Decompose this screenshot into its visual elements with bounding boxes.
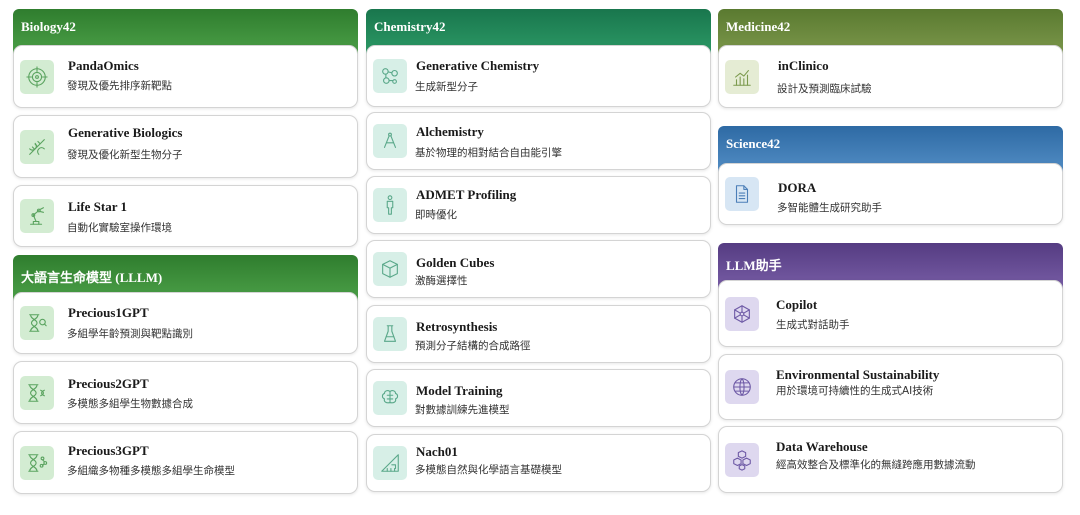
card-title: Golden Cubes	[416, 255, 495, 270]
card-inclinico[interactable]: inClinico 設計及預測臨床試驗	[718, 45, 1063, 108]
card-title: Generative Chemistry	[416, 58, 540, 73]
target-icon	[20, 59, 54, 94]
card-alchemistry[interactable]: Alchemistry 基於物理的相對結合自由能引擎	[366, 112, 711, 170]
card-title: ADMET Profiling	[416, 187, 517, 202]
card-subtitle: 多組學年齡預測與靶點識別	[67, 328, 193, 340]
card-title: Precious3GPT	[68, 443, 149, 458]
biology42-title: Biology42	[21, 19, 76, 34]
card-title: Nach01	[416, 444, 458, 459]
globe-icon	[725, 370, 759, 404]
card-nach01[interactable]: Nach01 多模態自然與化學語言基礎模型	[366, 434, 711, 492]
card-precious2gpt[interactable]: Precious2GPT 多模態多組學生物數據合成	[13, 361, 358, 424]
card-dora[interactable]: DORA 多智能體生成研究助手	[718, 163, 1063, 225]
card-title: Model Training	[416, 383, 503, 398]
card-model-training[interactable]: Model Training 對數據訓練先進模型	[366, 369, 711, 427]
card-retrosynthesis[interactable]: Retrosynthesis 預測分子結構的合成路徑	[366, 305, 711, 363]
card-data-warehouse[interactable]: Data Warehouse 經高效整合及標準化的無縫跨應用數據流動	[718, 426, 1063, 493]
card-subtitle: 對數據訓練先進模型	[415, 404, 510, 416]
chemistry42-title: Chemistry42	[374, 19, 446, 34]
card-subtitle: 即時優化	[415, 209, 457, 221]
flask-icon	[373, 317, 407, 351]
card-subtitle: 激酶選擇性	[415, 275, 468, 287]
robot-arm-icon	[20, 199, 54, 233]
human-figure-icon	[373, 188, 407, 222]
card-golden-cubes[interactable]: Golden Cubes 激酶選擇性	[366, 240, 711, 298]
card-subtitle: 經高效整合及標準化的無縫跨應用數據流動	[776, 459, 976, 471]
card-subtitle: 多智能體生成研究助手	[777, 202, 882, 214]
card-pandaomics[interactable]: PandaOmics 發現及優先排序新靶點	[13, 45, 358, 108]
card-title: Life Star 1	[68, 199, 127, 214]
card-title: inClinico	[778, 58, 829, 73]
molecule-icon	[373, 59, 407, 93]
card-title: Alchemistry	[416, 124, 484, 139]
card-precious1gpt[interactable]: Precious1GPT 多組學年齡預測與靶點識別	[13, 292, 358, 354]
ruler-triangle-icon	[373, 446, 407, 480]
card-life-star-1[interactable]: Life Star 1 自動化實驗室操作環境	[13, 185, 358, 247]
llm-assistant-title: LLM助手	[726, 258, 782, 273]
compass-icon	[373, 124, 407, 158]
card-precious3gpt[interactable]: Precious3GPT 多組織多物種多模態多組學生命模型	[13, 431, 358, 494]
card-subtitle: 發現及優先排序新靶點	[67, 80, 172, 92]
card-title: Generative Biologics	[68, 125, 183, 140]
lllm-title: 大語言生命模型 (LLLM)	[21, 270, 163, 285]
card-title: Precious2GPT	[68, 376, 149, 391]
card-subtitle: 多模態多組學生物數據合成	[67, 398, 193, 410]
hourglass-dna-icon	[20, 375, 54, 410]
card-title: Data Warehouse	[776, 439, 868, 454]
card-subtitle: 多模態自然與化學語言基礎模型	[415, 464, 562, 476]
card-title: Environmental Sustainability	[776, 367, 940, 382]
bar-chart-icon	[725, 59, 759, 94]
cubes-stack-icon	[725, 442, 759, 477]
card-subtitle: 預測分子結構的合成路徑	[415, 340, 531, 352]
card-generative-chemistry[interactable]: Generative Chemistry 生成新型分子	[366, 45, 711, 107]
card-subtitle: 生成式對話助手	[776, 319, 850, 331]
hourglass-search-icon	[20, 306, 54, 340]
network-hexagon-icon	[725, 296, 759, 331]
science42-title: Science42	[726, 136, 781, 151]
card-subtitle: 設計及預測臨床試驗	[777, 83, 872, 95]
brain-icon	[373, 381, 407, 415]
cube-icon	[373, 252, 407, 286]
card-subtitle: 生成新型分子	[415, 81, 478, 93]
card-subtitle: 基於物理的相對結合自由能引擎	[415, 147, 562, 159]
document-icon	[725, 177, 759, 211]
card-title: Precious1GPT	[68, 305, 149, 320]
medicine42-title: Medicine42	[726, 19, 791, 34]
card-subtitle: 發現及優化新型生物分子	[67, 149, 183, 161]
card-title: DORA	[778, 180, 817, 195]
card-admet-profiling[interactable]: ADMET Profiling 即時優化	[366, 176, 711, 234]
hourglass-network-icon	[20, 445, 54, 480]
card-title: Retrosynthesis	[416, 319, 498, 334]
card-subtitle: 自動化實驗室操作環境	[67, 222, 172, 234]
card-title: PandaOmics	[68, 58, 139, 73]
card-title: Copilot	[776, 297, 818, 312]
card-generative-biologics[interactable]: Generative Biologics 發現及優化新型生物分子	[13, 115, 358, 178]
dna-icon	[20, 129, 54, 164]
card-environmental-sustainability[interactable]: Environmental Sustainability 用於環境可持續性的生成…	[718, 354, 1063, 420]
card-subtitle: 用於環境可持續性的生成式AI技術	[776, 385, 934, 397]
card-subtitle: 多組織多物種多模態多組學生命模型	[67, 465, 235, 477]
card-copilot[interactable]: Copilot 生成式對話助手	[718, 280, 1063, 347]
